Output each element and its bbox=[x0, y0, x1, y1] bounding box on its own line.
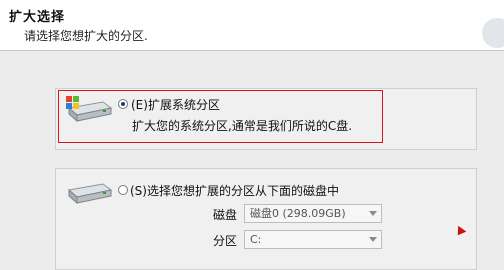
disk-label: 磁盘 bbox=[213, 208, 238, 222]
disk-select-value: 磁盘0 (298.09GB) bbox=[250, 207, 346, 220]
chevron-down-icon bbox=[369, 211, 377, 216]
chevron-down-icon bbox=[369, 237, 377, 242]
disk-select[interactable]: 磁盘0 (298.09GB) bbox=[244, 204, 382, 223]
option-select-partition-radio[interactable] bbox=[118, 185, 128, 195]
wizard-header: 扩大选择 请选择您想扩大的分区. bbox=[0, 0, 504, 51]
header-decoration bbox=[482, 18, 504, 48]
hard-drive-icon bbox=[63, 178, 113, 208]
option-select-partition-label[interactable]: (S)选择您想扩展的分区从下面的磁盘中 bbox=[130, 182, 339, 199]
partition-label: 分区 bbox=[213, 234, 238, 248]
selection-highlight bbox=[58, 90, 383, 143]
partition-select[interactable]: C: bbox=[244, 230, 382, 249]
page-title: 扩大选择 bbox=[9, 10, 66, 25]
page-subtitle: 请选择您想扩大的分区. bbox=[24, 29, 148, 43]
partition-select-value: C: bbox=[250, 233, 262, 246]
